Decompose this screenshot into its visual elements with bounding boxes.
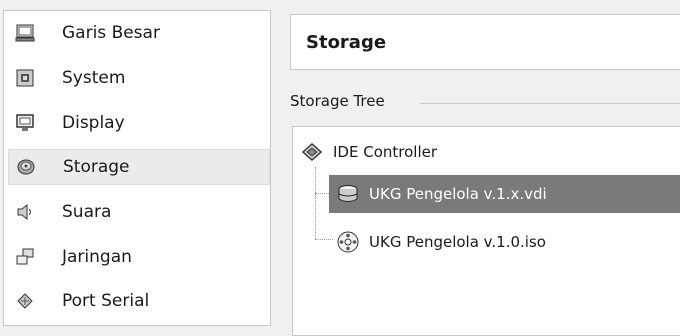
hard-disk-icon bbox=[335, 181, 361, 207]
tree-connector bbox=[315, 239, 333, 240]
sidebar-item-label: Jaringan bbox=[62, 247, 132, 267]
sidebar-item-label: System bbox=[62, 68, 126, 88]
storage-tree-groupbox-header: Storage Tree bbox=[290, 92, 680, 114]
sidebar-item-suara[interactable]: Suara bbox=[8, 194, 270, 230]
sidebar-item-display[interactable]: Display bbox=[8, 105, 270, 141]
disk-icon bbox=[15, 156, 37, 178]
sidebar-item-port-serial[interactable]: Port Serial bbox=[8, 283, 270, 319]
tree-connector bbox=[315, 167, 316, 239]
groupbox-divider bbox=[420, 103, 680, 104]
display-icon bbox=[14, 112, 36, 134]
sidebar-item-system[interactable]: System bbox=[8, 60, 270, 96]
speaker-icon bbox=[14, 201, 36, 223]
sidebar-item-label: Port Serial bbox=[62, 291, 150, 311]
sidebar-item-jaringan[interactable]: Jaringan bbox=[8, 239, 270, 275]
sidebar-item-label: Storage bbox=[63, 157, 130, 177]
tree-node-label: IDE Controller bbox=[333, 143, 438, 161]
optical-disc-icon bbox=[335, 229, 361, 255]
monitor-general-icon bbox=[14, 22, 36, 44]
storage-tree-label: Storage Tree bbox=[290, 92, 393, 110]
tree-node-vdi[interactable]: UKG Pengelola v.1.x.vdi bbox=[329, 175, 680, 213]
tree-node-iso[interactable]: UKG Pengelola v.1.0.iso bbox=[335, 227, 546, 257]
storage-tree[interactable]: IDE Controller UKG Pengelola v.1.x.vdi U… bbox=[292, 126, 680, 336]
sidebar-item-label: Suara bbox=[62, 202, 112, 222]
tree-node-label: UKG Pengelola v.1.0.iso bbox=[369, 233, 546, 251]
sidebar-item-garis-besar[interactable]: Garis Besar bbox=[8, 15, 270, 51]
page-title-box: Storage bbox=[290, 14, 680, 70]
sidebar-item-label: Display bbox=[62, 113, 125, 133]
chip-icon bbox=[14, 67, 36, 89]
ide-controller-icon bbox=[299, 139, 325, 165]
sidebar-item-storage[interactable]: Storage bbox=[8, 149, 270, 185]
tree-connector bbox=[315, 193, 329, 194]
tree-node-ide-controller[interactable]: IDE Controller bbox=[299, 137, 437, 167]
network-icon bbox=[14, 246, 36, 268]
serial-port-icon bbox=[14, 290, 36, 312]
page-title: Storage bbox=[306, 32, 387, 53]
settings-sidebar: Garis Besar System Display Storage Suara… bbox=[3, 10, 271, 326]
sidebar-item-label: Garis Besar bbox=[62, 23, 160, 43]
tree-node-label: UKG Pengelola v.1.x.vdi bbox=[369, 185, 547, 203]
